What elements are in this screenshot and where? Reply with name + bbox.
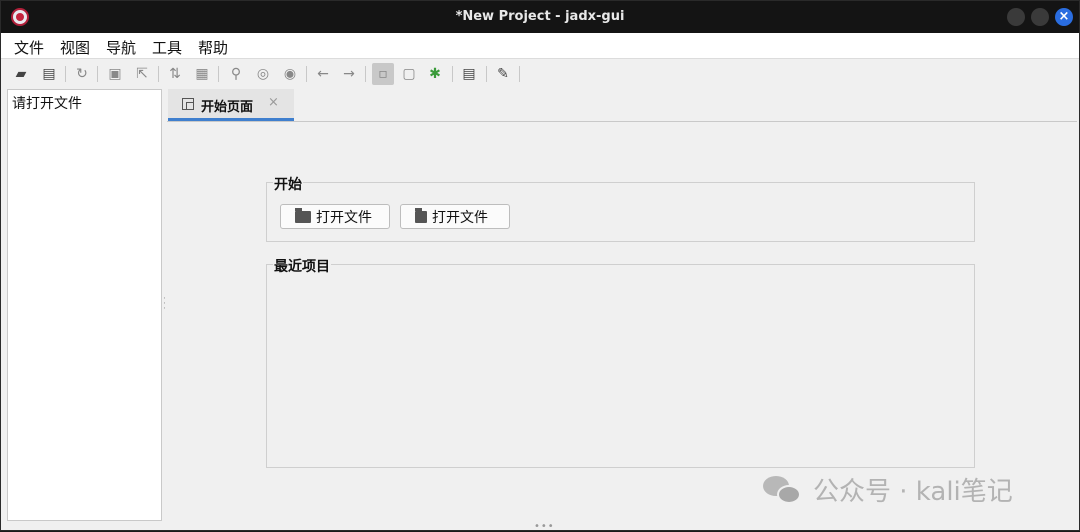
- export-icon[interactable]: ⇱: [133, 65, 151, 83]
- toolbar-separator: [97, 66, 98, 82]
- tab-bar: 开始页面 ×: [167, 89, 1077, 122]
- app-window: *New Project - jadx-gui × 文件 视图 导航 工具 帮助…: [0, 0, 1080, 532]
- toolbar-separator: [519, 66, 520, 82]
- close-window-button[interactable]: ×: [1055, 8, 1073, 26]
- toolbar-separator: [486, 66, 487, 82]
- forward-arrow-icon[interactable]: →: [340, 65, 358, 83]
- toolbar-separator: [452, 66, 453, 82]
- menu-file[interactable]: 文件: [14, 37, 44, 58]
- menu-navigation[interactable]: 导航: [106, 37, 136, 58]
- watermark: 公众号 · kali笔记: [763, 471, 1013, 508]
- open-file-button[interactable]: 打开文件: [280, 204, 390, 229]
- wechat-icon: [763, 474, 803, 506]
- splitter-handle[interactable]: · · ·: [163, 295, 166, 314]
- tab-start-page[interactable]: 开始页面 ×: [168, 89, 294, 121]
- watermark-text: 公众号 · kali笔记: [813, 477, 1013, 507]
- preferences-wrench-icon[interactable]: ✎: [494, 65, 512, 83]
- tree-placeholder-text: 请打开文件: [12, 96, 82, 112]
- title-bar[interactable]: *New Project - jadx-gui ×: [1, 1, 1079, 33]
- menu-view[interactable]: 视图: [60, 37, 90, 58]
- maximize-button[interactable]: [1031, 8, 1049, 26]
- add-files-icon[interactable]: ▤: [40, 65, 58, 83]
- start-group-title: 开始: [273, 174, 303, 194]
- find-usage-icon[interactable]: ◉: [281, 65, 299, 83]
- save-icon[interactable]: ▣: [106, 65, 124, 83]
- decompile-all-icon[interactable]: ▫: [372, 63, 394, 85]
- toolbar-separator: [65, 66, 66, 82]
- menu-tools[interactable]: 工具: [152, 37, 182, 58]
- bottom-splitter-handle[interactable]: •••: [534, 521, 555, 532]
- minimize-button[interactable]: [1007, 8, 1025, 26]
- back-arrow-icon[interactable]: ←: [314, 65, 332, 83]
- open-folder-icon[interactable]: ▰: [12, 65, 30, 83]
- deobfuscation-icon[interactable]: ▢: [400, 65, 418, 83]
- recent-projects-group: [266, 264, 975, 468]
- find-class-icon[interactable]: ◎: [254, 65, 272, 83]
- sync-tree-icon[interactable]: ⇅: [166, 65, 184, 83]
- window-title: *New Project - jadx-gui: [455, 9, 625, 24]
- folder-open-icon: [295, 207, 311, 223]
- menu-bar: 文件 视图 导航 工具 帮助: [1, 33, 1079, 59]
- search-icon[interactable]: ⚲: [227, 65, 245, 83]
- tab-label: 开始页面: [201, 100, 254, 115]
- tab-close-icon[interactable]: ×: [268, 95, 279, 110]
- project-tree-panel[interactable]: 请打开文件: [7, 89, 162, 521]
- reload-icon[interactable]: ↻: [73, 65, 91, 83]
- toolbar: ▰ ▤ ↻ ▣ ⇱ ⇅ ▦ ⚲ ◎ ◉ ← → ▫ ▢ ✱ ▤ ✎: [1, 60, 1079, 88]
- toolbar-separator: [158, 66, 159, 82]
- start-page-icon: [182, 98, 194, 110]
- debug-bug-icon[interactable]: ✱: [426, 65, 444, 83]
- toolbar-separator: [218, 66, 219, 82]
- open-project-button[interactable]: 打开文件: [400, 204, 510, 229]
- recent-projects-title: 最近项目: [273, 256, 331, 276]
- open-project-label: 打开文件: [432, 209, 488, 226]
- toolbar-separator: [365, 66, 366, 82]
- open-file-label: 打开文件: [316, 209, 372, 226]
- toolbar-separator: [306, 66, 307, 82]
- flatten-packages-icon[interactable]: ▦: [193, 65, 211, 83]
- add-files-icon: [415, 207, 427, 223]
- menu-help[interactable]: 帮助: [198, 37, 228, 58]
- log-viewer-icon[interactable]: ▤: [460, 65, 478, 83]
